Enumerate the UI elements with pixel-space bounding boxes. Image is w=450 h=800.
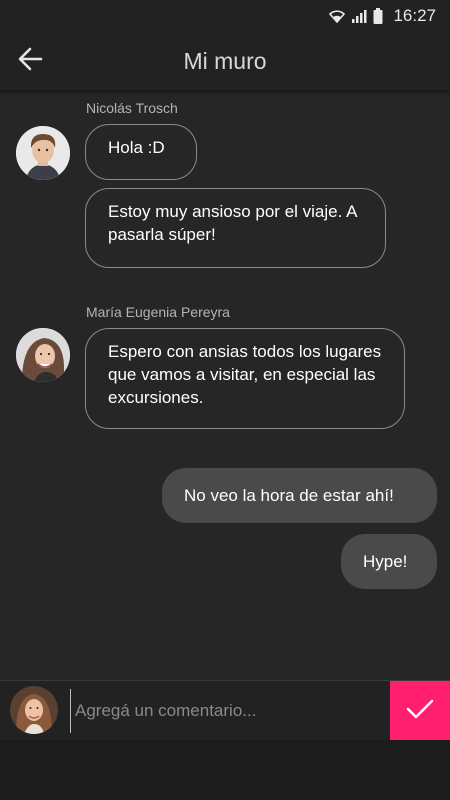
message-bubble[interactable]: Estoy muy ansioso por el viaje. A pasarl…: [85, 188, 386, 268]
chat-screen: 16:27 Mi muro Nicolás Trosch Hola:D Est…: [0, 0, 450, 800]
avatar: [10, 686, 58, 734]
status-bar: 16:27: [0, 0, 450, 32]
comment-composer: [0, 680, 450, 741]
app-bar: Mi muro: [0, 32, 450, 90]
checkmark-icon: [405, 697, 435, 726]
message-bubble[interactable]: Hola :D: [85, 124, 197, 180]
sender-name: María Eugenia Pereyra: [86, 304, 230, 320]
signal-icon: [351, 9, 367, 23]
comment-input[interactable]: [70, 689, 385, 733]
send-button[interactable]: [390, 681, 450, 741]
message-list[interactable]: Nicolás Trosch Hola :D Estoy muy ansioso…: [0, 90, 450, 680]
message-bubble-outgoing[interactable]: Hype!: [341, 534, 437, 589]
message-bubble[interactable]: Espero con ansias todos los lugares que …: [85, 328, 405, 429]
page-title: Mi muro: [183, 47, 267, 74]
sender-name: Nicolás Trosch: [86, 100, 178, 116]
battery-icon: [373, 8, 383, 24]
avatar[interactable]: [16, 328, 70, 382]
avatar[interactable]: [16, 126, 70, 180]
status-time: 16:27: [393, 6, 436, 25]
arrow-left-icon: [17, 46, 43, 77]
message-bubble-outgoing[interactable]: No veo la hora de estar ahí!: [162, 468, 437, 523]
navigation-bar-area: [0, 740, 450, 800]
wifi-icon: [329, 9, 346, 23]
back-button[interactable]: [12, 43, 48, 79]
